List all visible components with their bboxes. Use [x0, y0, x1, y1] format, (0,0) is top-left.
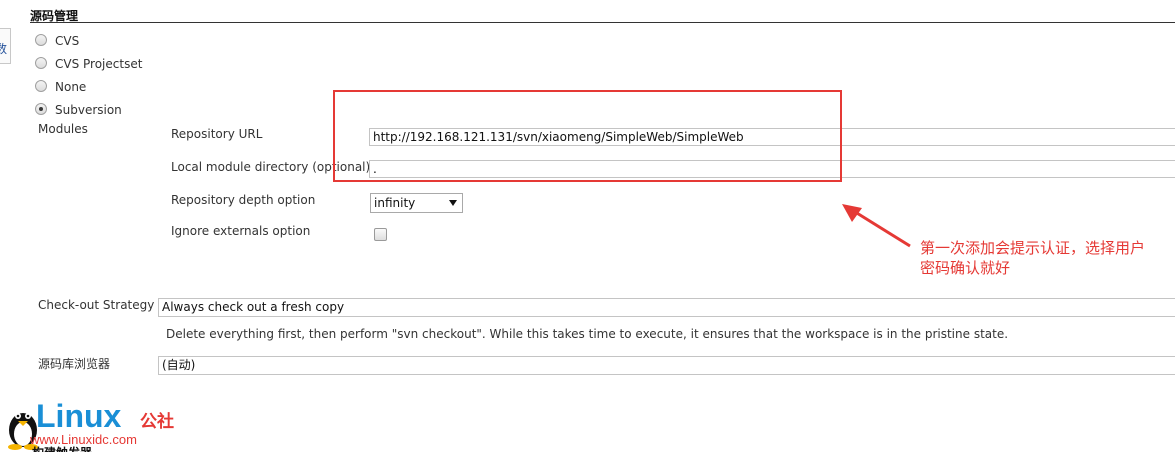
- repo-browser-label: 源码库浏览器: [38, 357, 111, 371]
- next-section-title-partial: 构建触发器: [32, 446, 92, 452]
- highlight-box: [333, 90, 842, 182]
- annotation-text-line-2: 密码确认就好: [920, 259, 1011, 277]
- watermark-brand: Linux: [36, 398, 122, 434]
- repository-depth-value: infinity: [374, 196, 416, 210]
- annotation-text-line-1: 第一次添加会提示认证，选择用户: [920, 239, 1146, 257]
- checkout-strategy-description: Delete everything first, then perform "s…: [166, 327, 1009, 341]
- repository-depth-select[interactable]: infinity: [370, 193, 463, 213]
- radio-none[interactable]: [35, 80, 47, 92]
- repository-depth-label: Repository depth option: [171, 193, 316, 207]
- radio-subversion[interactable]: [35, 103, 47, 115]
- left-edge-link[interactable]: 数: [0, 40, 7, 57]
- ignore-externals-label: Ignore externals option: [171, 224, 311, 238]
- section-divider: [30, 22, 1175, 23]
- radio-label-cvs[interactable]: CVS: [55, 34, 79, 48]
- radio-label-subversion[interactable]: Subversion: [55, 103, 122, 117]
- watermark-brand-suffix: 公社: [140, 412, 174, 431]
- radio-label-cvs-projectset[interactable]: CVS Projectset: [55, 57, 142, 71]
- checkout-strategy-select[interactable]: Always check out a fresh copy: [158, 298, 1175, 317]
- radio-cvs[interactable]: [35, 34, 47, 46]
- repository-url-label: Repository URL: [171, 127, 263, 141]
- radio-cvs-projectset[interactable]: [35, 57, 47, 69]
- ignore-externals-checkbox[interactable]: [374, 228, 387, 241]
- repo-browser-select[interactable]: (自动): [158, 356, 1175, 375]
- annotation-arrow-icon: [842, 204, 911, 248]
- checkout-strategy-label: Check-out Strategy: [38, 298, 155, 312]
- radio-label-none[interactable]: None: [55, 80, 86, 94]
- modules-label: Modules: [38, 122, 88, 136]
- watermark-url: www.Linuxidc.com: [30, 432, 137, 447]
- dropdown-arrow-icon: [449, 200, 457, 206]
